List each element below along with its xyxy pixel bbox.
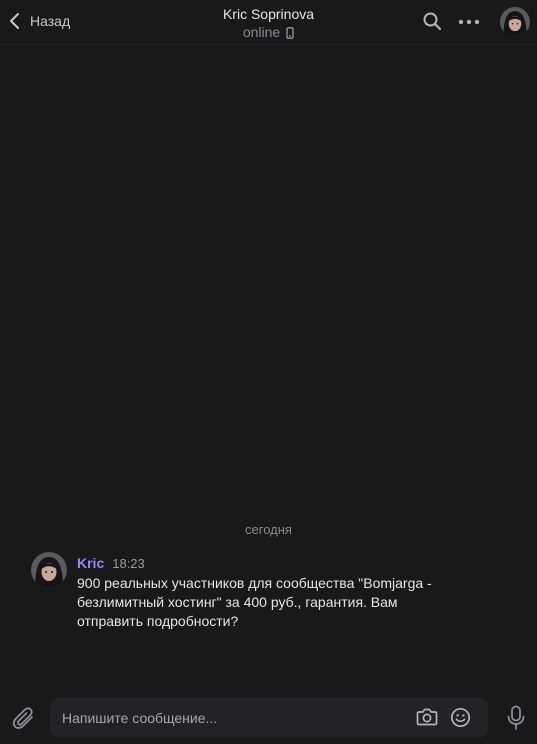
- message-body: Kric 18:23 900 реальных участников для с…: [77, 555, 487, 631]
- online-status: online: [242, 24, 281, 40]
- message-text: 900 реальных участников для сообщества "…: [77, 575, 432, 629]
- paperclip-icon[interactable]: [12, 706, 36, 732]
- mobile-phone-icon: [286, 26, 294, 39]
- message-input[interactable]: [62, 698, 407, 737]
- sender-avatar[interactable]: [31, 552, 67, 588]
- chat-header: Назад Kric Soprinova online: [0, 0, 537, 45]
- chat-window: Назад Kric Soprinova online сегодня Kric…: [0, 0, 537, 744]
- message-time: 18:23: [112, 556, 145, 571]
- search-icon[interactable]: [422, 11, 442, 31]
- emoji-icon[interactable]: [450, 707, 471, 728]
- message-meta: Kric 18:23: [77, 555, 487, 573]
- message-composer: [50, 698, 488, 737]
- microphone-icon[interactable]: [506, 705, 526, 731]
- camera-icon[interactable]: [416, 707, 438, 727]
- back-button[interactable]: Назад: [8, 8, 70, 34]
- chevron-left-icon: [10, 13, 19, 29]
- chat-title[interactable]: Kric Soprinova: [0, 6, 537, 23]
- header-avatar[interactable]: [500, 7, 530, 37]
- chat-title-block: Kric Soprinova online: [0, 6, 537, 42]
- chat-status: online: [243, 24, 294, 41]
- back-label: Назад: [30, 13, 71, 29]
- more-dots-icon[interactable]: [458, 19, 480, 25]
- message-author[interactable]: Kric: [77, 555, 104, 571]
- date-separator: сегодня: [245, 522, 292, 537]
